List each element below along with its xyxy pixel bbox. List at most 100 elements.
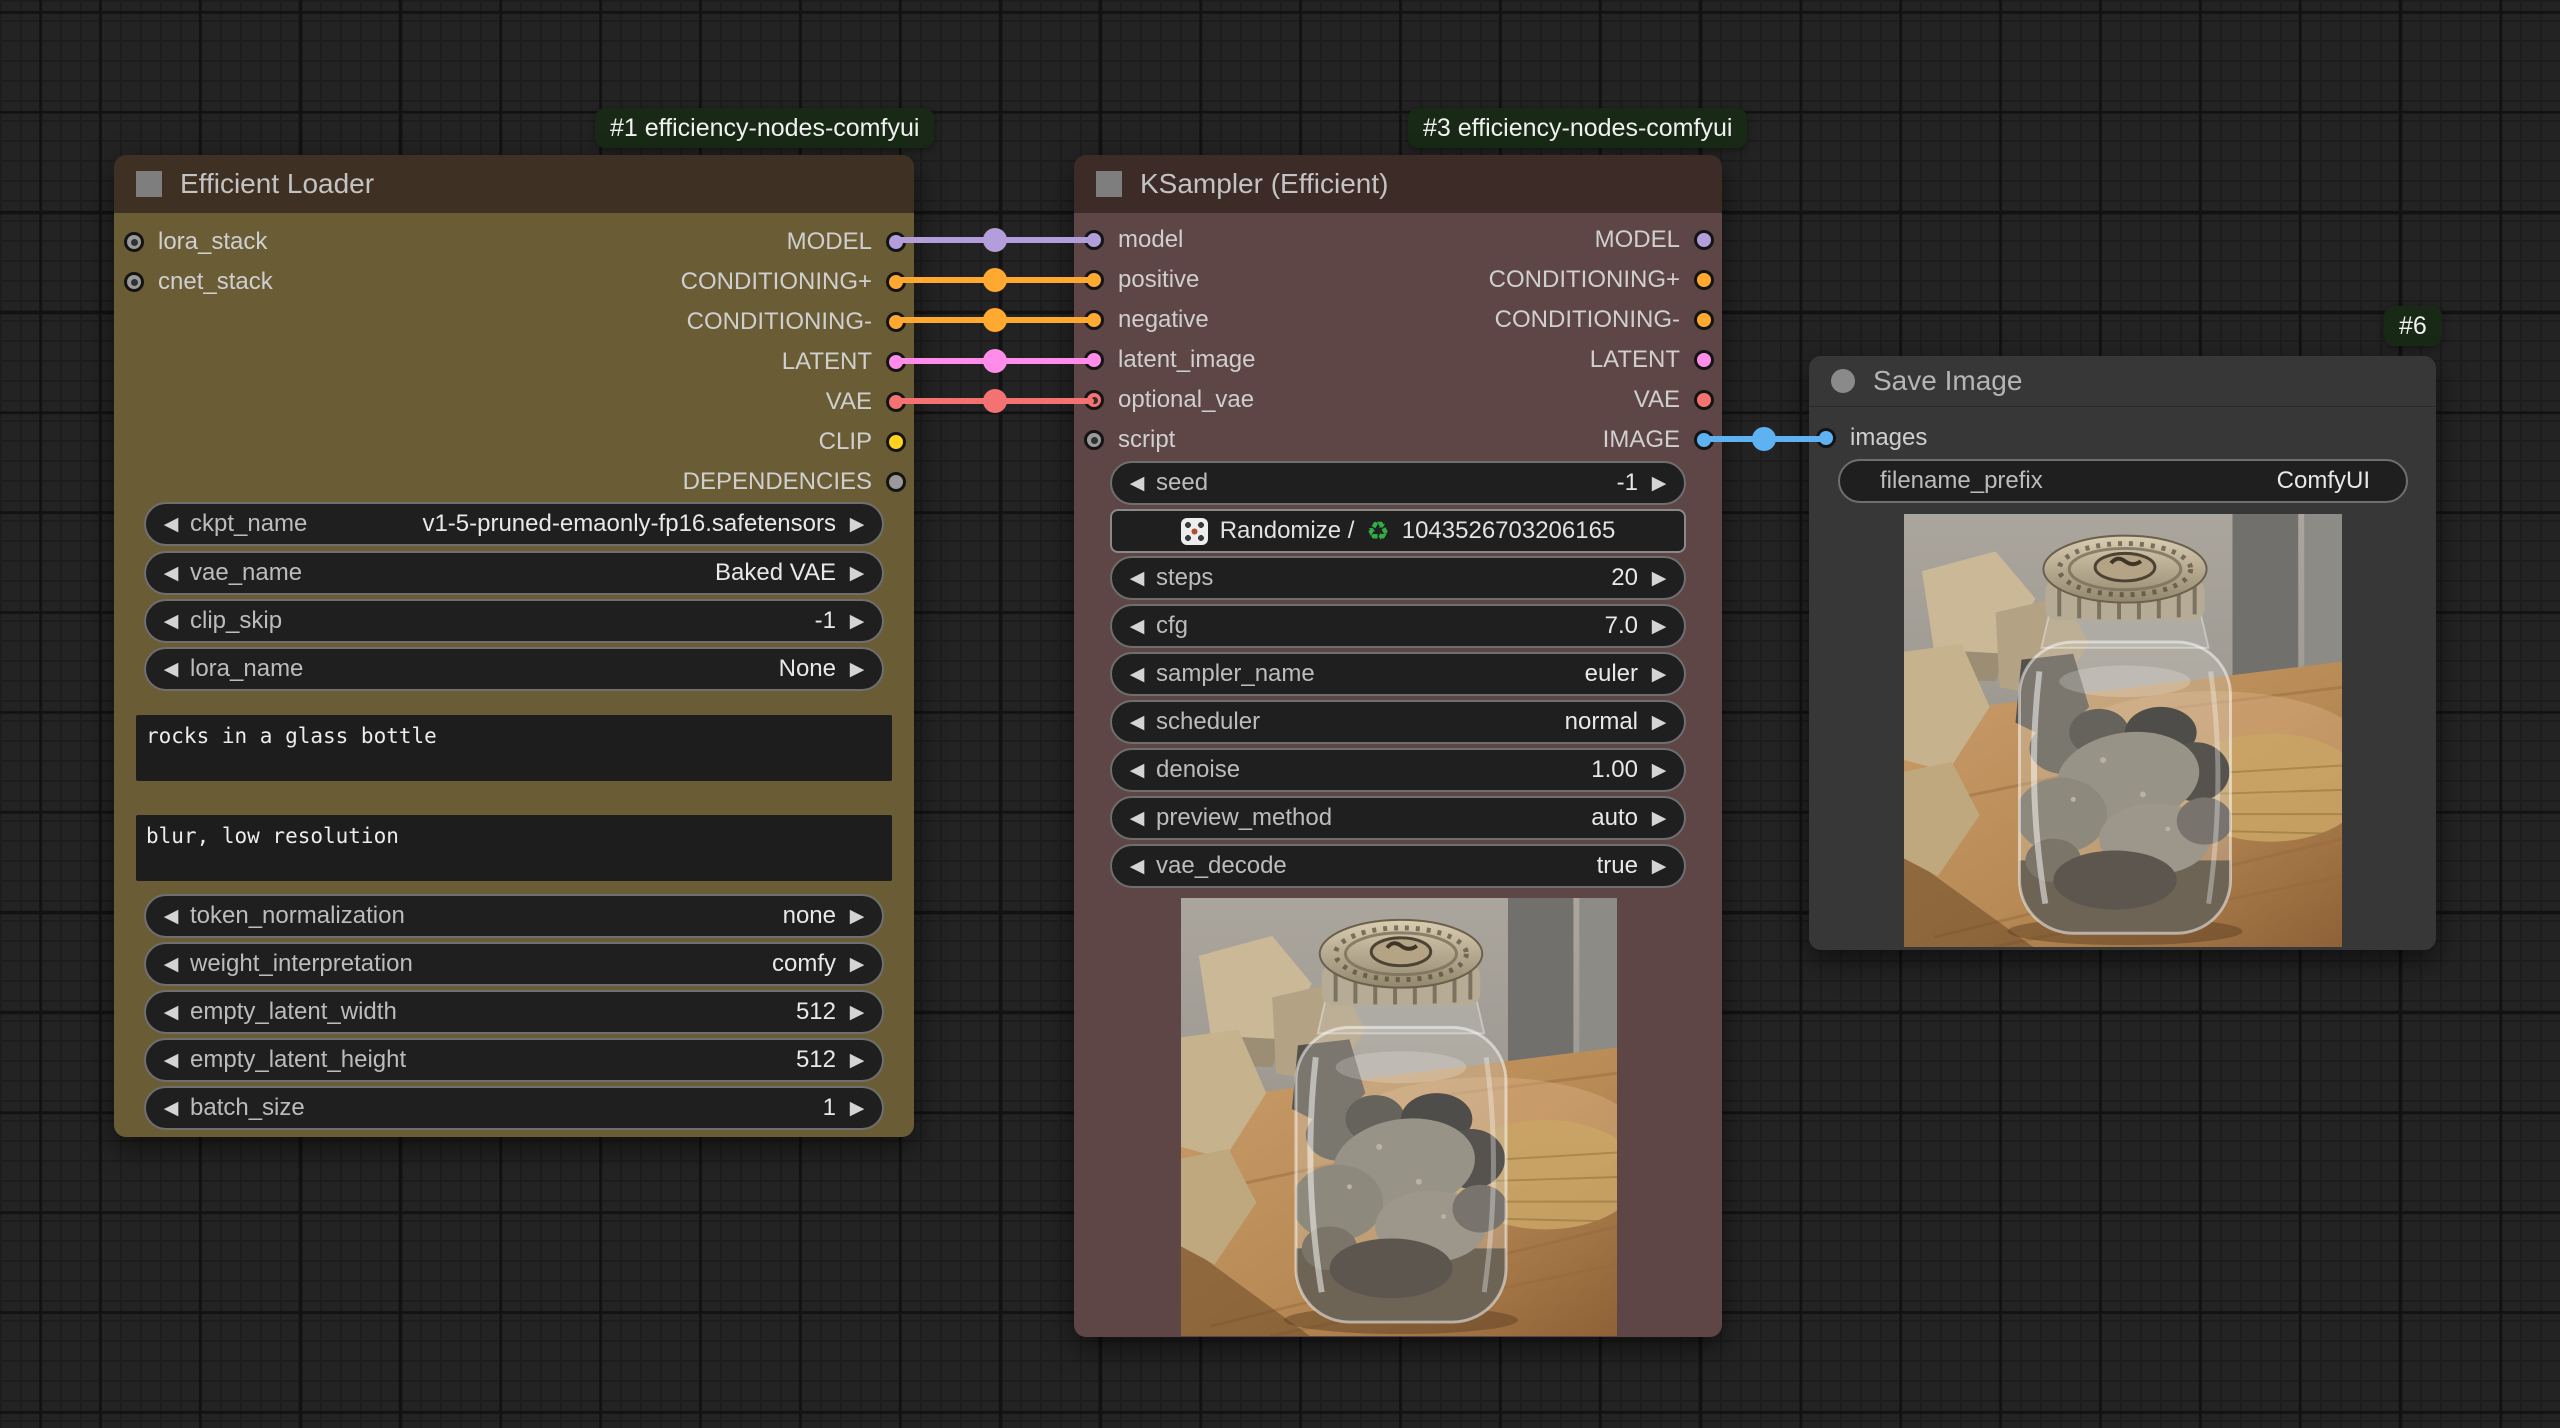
output-port-dependencies[interactable]: DEPENDENCIES <box>683 465 906 499</box>
negative-prompt-textarea[interactable]: blur, low resolution <box>136 815 892 881</box>
link-midpoint-dot[interactable] <box>1752 427 1776 451</box>
node-header[interactable]: Efficient Loader <box>114 155 914 213</box>
widget-vae-decode[interactable]: ◀ vae_decode true ▶ <box>1110 844 1686 888</box>
node-efficient-loader[interactable]: Efficient Loader lora_stack cnet_stack M… <box>114 155 914 1137</box>
decrement-arrow-icon[interactable]: ◀ <box>158 1001 184 1024</box>
port-dot-icon[interactable] <box>124 272 144 292</box>
input-port-model[interactable]: model <box>1084 223 1183 257</box>
node-header[interactable]: KSampler (Efficient) <box>1074 155 1722 213</box>
output-port-conditioning-plus[interactable]: CONDITIONING+ <box>1489 263 1714 297</box>
node-graph-canvas[interactable]: #1 efficiency-nodes-comfyui #3 efficienc… <box>0 0 2560 1428</box>
output-port-conditioning-minus[interactable]: CONDITIONING- <box>687 305 906 339</box>
increment-arrow-icon[interactable]: ▶ <box>844 1097 870 1120</box>
link-midpoint-dot[interactable] <box>983 308 1007 332</box>
positive-prompt-textarea[interactable]: rocks in a glass bottle <box>136 715 892 781</box>
output-port-image[interactable]: IMAGE <box>1603 423 1714 457</box>
output-port-clip[interactable]: CLIP <box>819 425 906 459</box>
increment-arrow-icon[interactable]: ▶ <box>844 1049 870 1072</box>
port-dot-icon[interactable] <box>1694 270 1714 290</box>
widget-filename-prefix[interactable]: filename_prefix ComfyUI <box>1838 459 2408 503</box>
increment-arrow-icon[interactable]: ▶ <box>1646 711 1672 734</box>
node-save-image[interactable]: Save Image images filename_prefix ComfyU… <box>1809 356 2436 950</box>
decrement-arrow-icon[interactable]: ◀ <box>1124 759 1150 782</box>
decrement-arrow-icon[interactable]: ◀ <box>1124 855 1150 878</box>
increment-arrow-icon[interactable]: ▶ <box>1646 663 1672 686</box>
input-port-cnet-stack[interactable]: cnet_stack <box>124 265 273 299</box>
port-dot-icon[interactable] <box>1694 350 1714 370</box>
decrement-arrow-icon[interactable]: ◀ <box>158 658 184 681</box>
decrement-arrow-icon[interactable]: ◀ <box>158 562 184 585</box>
port-dot-icon[interactable] <box>1694 310 1714 330</box>
output-port-vae[interactable]: VAE <box>1634 383 1714 417</box>
widget-empty-latent-width[interactable]: ◀ empty_latent_width 512 ▶ <box>144 990 884 1034</box>
node-ksampler-efficient[interactable]: KSampler (Efficient) model positive nega… <box>1074 155 1722 1337</box>
decrement-arrow-icon[interactable]: ◀ <box>158 905 184 928</box>
widget-lora-name[interactable]: ◀ lora_name None ▶ <box>144 647 884 691</box>
increment-arrow-icon[interactable]: ▶ <box>844 953 870 976</box>
widget-token-normalization[interactable]: ◀ token_normalization none ▶ <box>144 894 884 938</box>
increment-arrow-icon[interactable]: ▶ <box>1646 615 1672 638</box>
increment-arrow-icon[interactable]: ▶ <box>1646 855 1672 878</box>
decrement-arrow-icon[interactable]: ◀ <box>158 1097 184 1120</box>
port-dot-icon[interactable] <box>886 432 906 452</box>
port-dot-icon[interactable] <box>1694 230 1714 250</box>
increment-arrow-icon[interactable]: ▶ <box>844 562 870 585</box>
output-port-vae[interactable]: VAE <box>826 385 906 419</box>
output-port-latent[interactable]: LATENT <box>782 345 906 379</box>
decrement-arrow-icon[interactable]: ◀ <box>1124 663 1150 686</box>
increment-arrow-icon[interactable]: ▶ <box>844 658 870 681</box>
decrement-arrow-icon[interactable]: ◀ <box>1124 711 1150 734</box>
decrement-arrow-icon[interactable]: ◀ <box>158 953 184 976</box>
widget-denoise[interactable]: ◀ denoise 1.00 ▶ <box>1110 748 1686 792</box>
widget-ckpt-name[interactable]: ◀ ckpt_name v1-5-pruned-emaonly-fp16.saf… <box>144 502 884 546</box>
port-dot-icon[interactable] <box>1084 430 1104 450</box>
output-port-model[interactable]: MODEL <box>1595 223 1714 257</box>
node-header[interactable]: Save Image <box>1809 356 2436 406</box>
input-port-optional-vae[interactable]: optional_vae <box>1084 383 1254 417</box>
node-collapse-icon[interactable] <box>1831 369 1855 393</box>
widget-preview-method[interactable]: ◀ preview_method auto ▶ <box>1110 796 1686 840</box>
widget-batch-size[interactable]: ◀ batch_size 1 ▶ <box>144 1086 884 1130</box>
port-dot-icon[interactable] <box>886 472 906 492</box>
port-dot-icon[interactable] <box>1694 390 1714 410</box>
widget-weight-interpretation[interactable]: ◀ weight_interpretation comfy ▶ <box>144 942 884 986</box>
widget-seed[interactable]: ◀ seed -1 ▶ <box>1110 461 1686 505</box>
increment-arrow-icon[interactable]: ▶ <box>1646 759 1672 782</box>
link-midpoint-dot[interactable] <box>983 268 1007 292</box>
output-port-latent[interactable]: LATENT <box>1590 343 1714 377</box>
widget-steps[interactable]: ◀ steps 20 ▶ <box>1110 556 1686 600</box>
input-port-negative[interactable]: negative <box>1084 303 1209 337</box>
input-port-positive[interactable]: positive <box>1084 263 1199 297</box>
increment-arrow-icon[interactable]: ▶ <box>1646 567 1672 590</box>
widget-scheduler[interactable]: ◀ scheduler normal ▶ <box>1110 700 1686 744</box>
randomize-seed-button[interactable]: Randomize / ♻ 1043526703206165 <box>1110 509 1686 553</box>
widget-vae-name[interactable]: ◀ vae_name Baked VAE ▶ <box>144 551 884 595</box>
node-collapse-icon[interactable] <box>1096 171 1122 197</box>
output-port-conditioning-minus[interactable]: CONDITIONING- <box>1495 303 1714 337</box>
input-port-script[interactable]: script <box>1084 423 1175 457</box>
increment-arrow-icon[interactable]: ▶ <box>844 1001 870 1024</box>
link-midpoint-dot[interactable] <box>983 389 1007 413</box>
decrement-arrow-icon[interactable]: ◀ <box>1124 472 1150 495</box>
increment-arrow-icon[interactable]: ▶ <box>1646 472 1672 495</box>
increment-arrow-icon[interactable]: ▶ <box>844 905 870 928</box>
decrement-arrow-icon[interactable]: ◀ <box>158 513 184 536</box>
decrement-arrow-icon[interactable]: ◀ <box>158 610 184 633</box>
output-port-conditioning-plus[interactable]: CONDITIONING+ <box>681 265 906 299</box>
input-port-latent-image[interactable]: latent_image <box>1084 343 1255 377</box>
decrement-arrow-icon[interactable]: ◀ <box>1124 615 1150 638</box>
input-port-lora-stack[interactable]: lora_stack <box>124 225 267 259</box>
widget-cfg[interactable]: ◀ cfg 7.0 ▶ <box>1110 604 1686 648</box>
increment-arrow-icon[interactable]: ▶ <box>844 513 870 536</box>
decrement-arrow-icon[interactable]: ◀ <box>1124 567 1150 590</box>
widget-empty-latent-height[interactable]: ◀ empty_latent_height 512 ▶ <box>144 1038 884 1082</box>
node-collapse-icon[interactable] <box>136 171 162 197</box>
increment-arrow-icon[interactable]: ▶ <box>844 610 870 633</box>
link-midpoint-dot[interactable] <box>983 349 1007 373</box>
widget-clip-skip[interactable]: ◀ clip_skip -1 ▶ <box>144 599 884 643</box>
increment-arrow-icon[interactable]: ▶ <box>1646 807 1672 830</box>
link-midpoint-dot[interactable] <box>983 228 1007 252</box>
port-dot-icon[interactable] <box>124 232 144 252</box>
decrement-arrow-icon[interactable]: ◀ <box>1124 807 1150 830</box>
widget-sampler-name[interactable]: ◀ sampler_name euler ▶ <box>1110 652 1686 696</box>
